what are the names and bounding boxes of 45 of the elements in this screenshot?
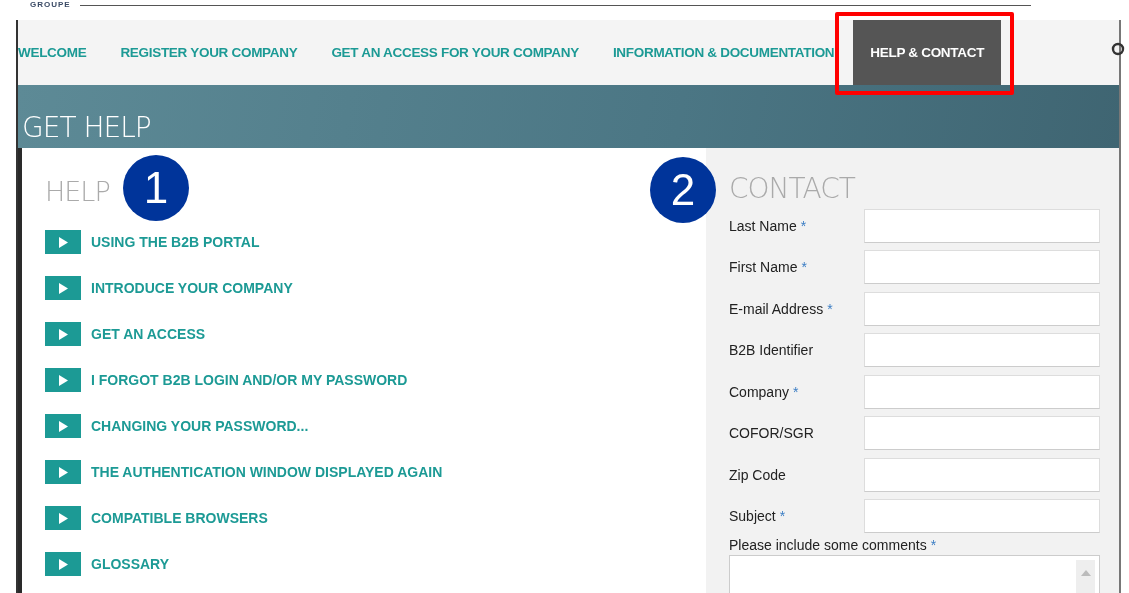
play-icon[interactable] [45,460,81,484]
field-label: E-mail Address * [729,300,834,317]
play-icon[interactable] [45,276,81,300]
input-field[interactable] [864,333,1100,368]
input-field[interactable] [864,291,1100,326]
field-label: Please include some comments * [729,537,938,553]
field-label: First Name * [729,259,808,276]
input-field[interactable] [864,250,1100,285]
play-icon[interactable] [45,506,81,530]
scroll-up-icon[interactable] [1080,570,1091,576]
field-label: Zip Code [729,466,787,483]
help-link[interactable]: CHANGING YOUR PASSWORD... [91,418,309,434]
input-field[interactable] [864,374,1100,409]
help-link[interactable]: INTRODUCE YOUR COMPANY [91,280,293,296]
help-link[interactable]: I FORGOT B2B LOGIN AND/OR MY PASSWORD [91,372,408,388]
logo-text: GROUPE [30,0,71,9]
field-label: Subject * [729,508,787,525]
help-link[interactable]: THE AUTHENTICATION WINDOW DISPLAYED AGAIN [91,464,443,480]
nav-tab[interactable]: GET AN ACCESS FOR YOUR COMPANY [314,20,596,85]
nav-tab[interactable]: HELP & CONTACT [853,20,1002,85]
help-link[interactable]: GLOSSARY [91,556,170,572]
play-icon[interactable] [45,552,81,576]
play-icon[interactable] [45,414,81,438]
section-title: HELP [45,176,110,207]
field-label: COFOR/SGR [729,425,815,442]
input-field[interactable] [864,208,1100,243]
help-link[interactable]: COMPATIBLE BROWSERS [91,510,268,526]
play-icon[interactable] [45,322,81,346]
callout-number: 1 [123,155,189,221]
help-link[interactable]: GET AN ACCESS [91,326,206,342]
field-label: Last Name * [729,217,808,234]
input-field[interactable] [864,457,1100,492]
field-label: Company * [729,383,800,400]
search-icon[interactable] [1111,42,1125,56]
section-title: CONTACT [729,172,857,205]
input-field[interactable] [864,416,1100,451]
input-field[interactable] [864,499,1100,534]
field-label: B2B Identifier [729,342,815,359]
page-title: GET HELP [22,111,151,144]
nav-tab[interactable]: REGISTER YOUR COMPANY [103,20,315,85]
play-icon[interactable] [45,230,81,254]
nav-tab[interactable]: WELCOME [18,20,104,85]
help-link[interactable]: USING THE B2B PORTAL [91,234,260,250]
play-icon[interactable] [45,368,81,392]
nav-tab[interactable]: INFORMATION & DOCUMENTATION [595,20,852,85]
